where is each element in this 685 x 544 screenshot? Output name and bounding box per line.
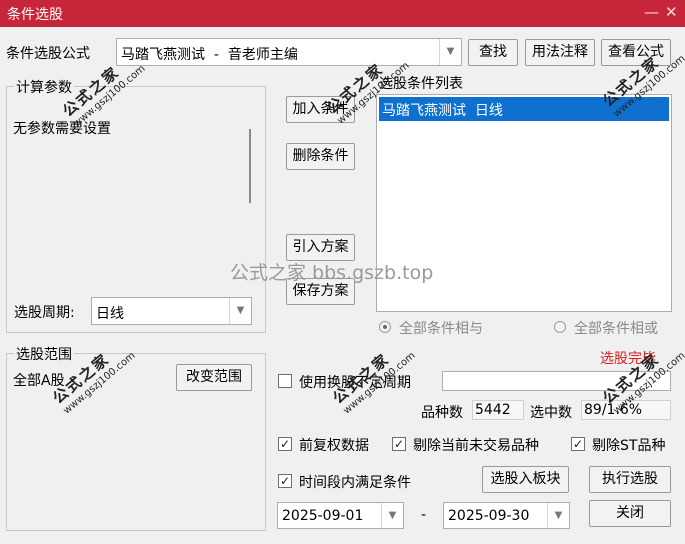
start-date-value: 2025-09-01 — [282, 508, 364, 524]
title-bar: 条件选股 — ✕ — [0, 0, 685, 27]
or-label: 全部条件相或 — [574, 321, 658, 337]
formula-label: 条件选股公式 — [6, 46, 90, 62]
start-date-picker[interactable]: 2025-09-01 ▼ — [277, 502, 404, 529]
params-legend: 计算参数 — [14, 77, 74, 97]
exclude-untraded-checkbox[interactable]: ✓ — [392, 437, 406, 451]
change-scope-button[interactable]: 改变范围 — [176, 364, 252, 391]
and-label: 全部条件相与 — [399, 321, 483, 337]
period-select-value: 日线 — [96, 306, 124, 322]
count-field: 5442 — [472, 400, 524, 420]
or-radio[interactable] — [554, 321, 566, 333]
params-message: 无参数需要设置 — [13, 121, 111, 137]
chevron-down-icon[interactable]: ▼ — [547, 503, 569, 528]
minimize-button[interactable]: — — [644, 3, 659, 21]
count-label: 品种数 — [421, 405, 463, 421]
time-range-label: 时间段内满足条件 — [299, 475, 411, 491]
close-icon[interactable]: ✕ — [665, 3, 678, 21]
chevron-down-icon[interactable]: ▼ — [229, 298, 251, 324]
execute-button[interactable]: 执行选股 — [589, 466, 671, 493]
pre-adjust-label: 前复权数据 — [299, 438, 369, 454]
exclude-st-label: 剔除ST品种 — [592, 438, 666, 454]
add-to-block-button[interactable]: 选股入板块 — [482, 466, 569, 493]
usage-notes-button[interactable]: 用法注释 — [525, 39, 595, 66]
scope-legend: 选股范围 — [14, 344, 74, 364]
end-date-picker[interactable]: 2025-09-30 ▼ — [443, 502, 570, 529]
list-item-label: 马踏飞燕测试 日线 — [382, 103, 503, 119]
import-plan-button[interactable]: 引入方案 — [286, 234, 355, 261]
exclude-untraded-label: 剔除当前未交易品种 — [413, 438, 539, 454]
formula-select[interactable]: 马踏飞燕测试 - 音老师主编 ▼ — [116, 38, 462, 66]
time-range-checkbox[interactable]: ✓ — [278, 474, 292, 488]
count-value: 5442 — [475, 402, 511, 418]
end-date-value: 2025-09-30 — [448, 508, 530, 524]
chevron-down-icon[interactable]: ▼ — [439, 39, 461, 65]
delete-condition-button[interactable]: 删除条件 — [286, 143, 355, 170]
chevron-down-icon[interactable]: ▼ — [381, 503, 403, 528]
variable-period-checkbox[interactable] — [278, 374, 292, 388]
exclude-st-checkbox[interactable]: ✓ — [571, 437, 585, 451]
and-radio[interactable] — [379, 321, 391, 333]
close-button[interactable]: 关闭 — [589, 500, 671, 527]
date-separator: - — [421, 507, 427, 523]
params-scrollbar[interactable] — [249, 129, 251, 203]
period-label: 选股周期: — [14, 305, 75, 321]
selected-label: 选中数 — [530, 405, 572, 421]
period-select[interactable]: 日线 ▼ — [91, 297, 252, 325]
window-title: 条件选股 — [7, 7, 63, 23]
formula-select-value: 马踏飞燕测试 - 音老师主编 — [121, 47, 298, 63]
pre-adjust-checkbox[interactable]: ✓ — [278, 437, 292, 451]
watermark-center: 公式之家 bbs.gszb.top — [230, 262, 434, 284]
find-button[interactable]: 查找 — [468, 39, 518, 66]
